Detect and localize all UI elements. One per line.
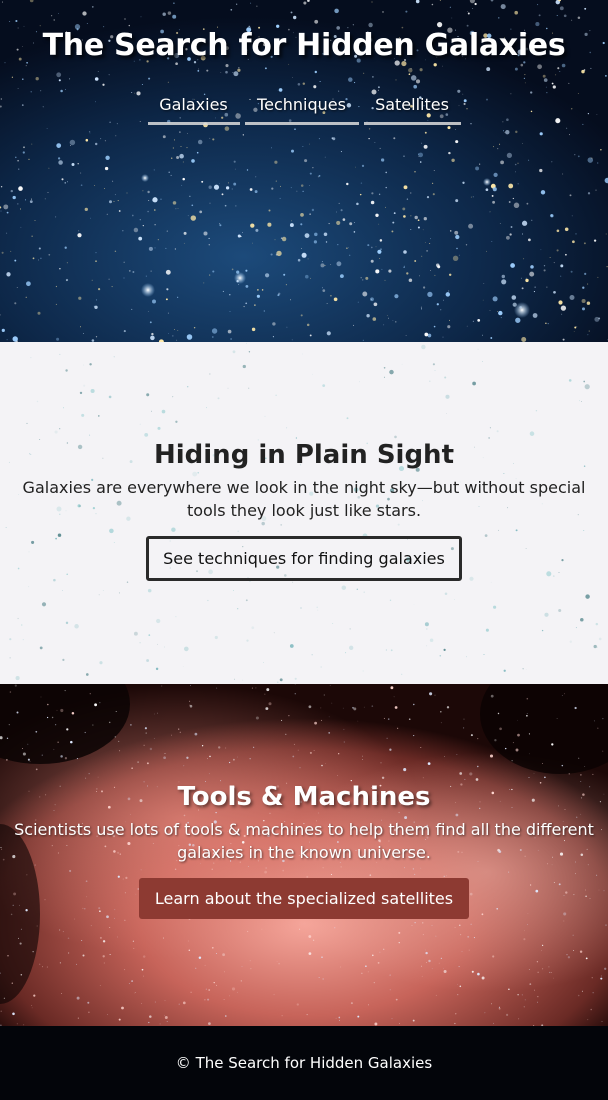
learn-satellites-button[interactable]: Learn about the specialized satellites: [138, 878, 470, 919]
plain-sight-heading: Hiding in Plain Sight: [153, 440, 454, 470]
plain-sight-text: Galaxies are everywhere we look in the n…: [22, 478, 586, 520]
tools-heading: Tools & Machines: [177, 782, 431, 812]
main-nav: Galaxies Techniques Satellites: [0, 92, 608, 125]
footer-copyright: © The Search for Hidden Galaxies: [175, 1054, 433, 1072]
site-title: The Search for Hidden Galaxies: [42, 28, 566, 63]
hero-section: The Search for Hidden Galaxies Galaxies …: [0, 0, 608, 342]
nav-galaxies[interactable]: Galaxies: [147, 92, 240, 125]
nav-satellites[interactable]: Satellites: [363, 92, 461, 125]
tools-text: Scientists use lots of tools & machines …: [14, 820, 594, 862]
see-techniques-button[interactable]: See techniques for finding galaxies: [146, 536, 462, 581]
nav-techniques[interactable]: Techniques: [244, 92, 359, 125]
tools-section: Tools & Machines Scientists use lots of …: [0, 684, 608, 1026]
footer: © The Search for Hidden Galaxies: [0, 1026, 608, 1100]
plain-sight-section: Hiding in Plain Sight Galaxies are every…: [0, 342, 608, 684]
plain-sight-content: Hiding in Plain Sight Galaxies are every…: [0, 440, 608, 581]
tools-content: Tools & Machines Scientists use lots of …: [0, 782, 608, 919]
